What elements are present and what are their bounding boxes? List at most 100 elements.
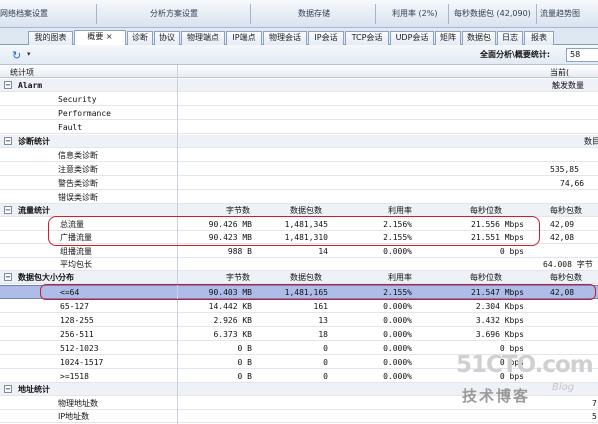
tab-ip-sessions[interactable]: IP会话 [308, 31, 344, 45]
tab-physical-sessions[interactable]: 物理会话 [263, 31, 307, 45]
tab-summary[interactable]: 概要 × [74, 30, 126, 45]
row-label: IP地址数 [58, 412, 90, 421]
row-label: 512-1023 [60, 344, 99, 353]
column-header-item[interactable]: 统计项 [10, 67, 34, 78]
row-label: 注意类诊断 [58, 165, 98, 174]
cell-util: 0.000% [383, 302, 412, 311]
cell-bytes: 6.373 KB [213, 330, 252, 339]
tab-matrix[interactable]: 矩阵 [435, 31, 461, 45]
column-label: 字节数 [226, 206, 250, 215]
section-title: Alarm [18, 81, 43, 90]
cell-util: 0.000% [383, 316, 412, 325]
cell-bps: 2.304 Kbps [475, 302, 524, 311]
cell-packets: 0 [323, 372, 328, 381]
section-title: 诊断统计 [18, 137, 50, 146]
section-diagnosis[interactable]: − 诊断统计 数目 [0, 135, 598, 149]
list-item[interactable]: Security [0, 93, 598, 107]
row-label: Fault [58, 123, 83, 132]
column-label: 利用率 [388, 206, 412, 215]
analysis-path-field[interactable]: 58 [566, 48, 598, 62]
row-label: 错误类诊断 [58, 193, 98, 202]
list-item[interactable]: 警告类诊断 74,66 [0, 177, 598, 191]
list-item[interactable]: Fault [0, 121, 598, 135]
sub-toolbar: ↻ ▾ 全面分析\概要统计: 58 [0, 45, 598, 65]
list-item[interactable]: 注意类诊断 535,85 [0, 163, 598, 177]
section-title: 流量统计 [18, 206, 50, 215]
cell-pps: 42,09 [550, 220, 575, 229]
collapse-icon[interactable]: − [4, 137, 12, 145]
tab-packets[interactable]: 数据包 [462, 31, 496, 45]
grid-header: 统计项 当前( [0, 65, 598, 78]
row-label: Security [58, 95, 97, 104]
collapse-icon[interactable]: − [4, 81, 12, 89]
toolbar-utilization[interactable]: 利用率 (2%) [392, 6, 442, 22]
cell-packets: 0 [323, 344, 328, 353]
highlight-oval [48, 216, 540, 246]
row-label: 128-255 [60, 316, 94, 325]
tab-bar: 我的图表 概要 × 诊断 协议 物理端点 IP端点 物理会话 IP会话 TCP会… [0, 28, 598, 45]
toolbar-separator [375, 4, 376, 24]
toolbar-traffic-trend[interactable]: 流量趋势图 [540, 6, 598, 22]
column-label: 数据包数 [290, 273, 322, 282]
watermark: 51CTO.com 技术博客 Blog [452, 352, 594, 410]
refresh-icon[interactable]: ↻ [12, 49, 21, 62]
cell-packets: 0 [323, 358, 328, 367]
cell-util: 0.000% [383, 344, 412, 353]
watermark-subtitle: 技术博客 [462, 387, 531, 405]
tab-ip-endpoints[interactable]: IP端点 [226, 31, 262, 45]
cell-util: 0.000% [383, 358, 412, 367]
section-column-label: 触发数量 [552, 81, 584, 90]
toolbar-separator [448, 4, 449, 24]
tab-log[interactable]: 日志 [497, 31, 523, 45]
tab-report[interactable]: 报表 [524, 31, 554, 45]
cell-bytes: 0 B [237, 358, 252, 367]
table-row[interactable]: 128-255 2.926 KB 13 0.000% 3.432 Kbps [0, 314, 598, 328]
highlight-oval [40, 284, 596, 300]
cell-bytes: 988 B [227, 247, 252, 256]
row-label: 警告类诊断 [58, 179, 98, 188]
section-packet-sizes[interactable]: − 数据包大小分布 字节数 数据包数 利用率 每秒位数 每秒包数 [0, 271, 598, 285]
tab-diagnosis[interactable]: 诊断 [127, 31, 153, 45]
row-value: 74,66 [560, 179, 585, 188]
table-row[interactable]: 256-511 6.373 KB 18 0.000% 3.696 Kbps [0, 328, 598, 342]
analysis-path-label: 全面分析\概要统计: [480, 50, 551, 59]
toolbar-data-storage[interactable]: 数据存储 [298, 6, 358, 22]
cell-packets: 161 [313, 302, 328, 311]
cell-bytes: 0 B [237, 344, 252, 353]
tab-protocol[interactable]: 协议 [154, 31, 180, 45]
cell-util: 0.000% [383, 247, 412, 256]
tab-physical-endpoints[interactable]: 物理端点 [181, 31, 225, 45]
tab-tcp-sessions[interactable]: TCP会话 [345, 31, 389, 45]
column-label: 每秒包数 [550, 206, 582, 215]
cell-bps: 3.432 Kbps [475, 316, 524, 325]
list-item[interactable]: 错误类诊断 [0, 191, 598, 205]
collapse-icon[interactable]: − [4, 206, 12, 214]
row-label: 物理地址数 [58, 399, 98, 408]
tab-my-charts[interactable]: 我的图表 [28, 31, 73, 45]
chevron-down-icon[interactable]: ▾ [27, 50, 31, 58]
list-item[interactable]: Performance [0, 107, 598, 121]
table-row[interactable]: 65-127 14.442 KB 161 0.000% 2.304 Kbps [0, 300, 598, 314]
row-label: 65-127 [60, 302, 89, 311]
cell-bps: 0 bps [499, 247, 524, 256]
row-label: 256-511 [60, 330, 94, 339]
section-alarm[interactable]: − Alarm 触发数量 [0, 79, 598, 93]
list-item[interactable]: 信息类诊断 [0, 149, 598, 163]
collapse-icon[interactable]: − [4, 273, 12, 281]
column-label: 每秒位数 [470, 273, 502, 282]
table-row[interactable]: 平均包长 64.008 字节 [0, 258, 598, 272]
table-row[interactable]: 组播流量 988 B 14 0.000% 0 bps [0, 245, 598, 259]
toolbar-separator [96, 4, 97, 24]
toolbar-analysis-profile[interactable]: 分析方案设置 [150, 6, 230, 22]
list-item[interactable]: IP地址数 5 [0, 410, 598, 424]
cell-bps: 3.696 Kbps [475, 330, 524, 339]
column-header-current[interactable]: 当前( [550, 67, 569, 78]
toolbar-network-profile[interactable]: 网络档案设置 [0, 6, 90, 22]
tab-udp-sessions[interactable]: UDP会话 [390, 31, 434, 45]
collapse-icon[interactable]: − [4, 385, 12, 393]
toolbar-packets-per-sec[interactable]: 每秒数据包 (42,090) [454, 6, 532, 22]
cell-packets: 14 [318, 247, 328, 256]
cell-packets: 13 [318, 316, 328, 325]
row-label: 信息类诊断 [58, 151, 98, 160]
section-title: 地址统计 [18, 385, 50, 394]
